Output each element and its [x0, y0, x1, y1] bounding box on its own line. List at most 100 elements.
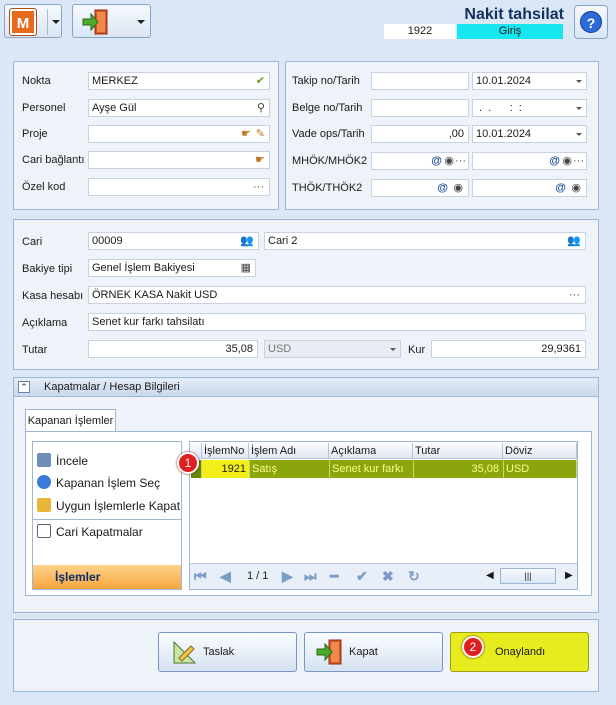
menu-item-incele[interactable]: İncele	[37, 451, 88, 471]
thok-field[interactable]: @ ◉	[371, 179, 469, 197]
nokta-value: MERKEZ	[92, 75, 138, 87]
bakiye-value: Genel İşlem Bakiyesi	[92, 262, 195, 274]
module-button[interactable]: M	[4, 4, 62, 38]
view-icon[interactable]: ◉	[571, 180, 581, 196]
at-icon[interactable]: @	[555, 180, 566, 196]
menu-item-cari-kapatmalar[interactable]: Cari Kapatmalar	[37, 522, 143, 542]
vade-label: Vade ops/Tarih	[292, 128, 365, 140]
belge-no-field[interactable]	[371, 99, 469, 117]
mode-badge: Giriş	[457, 24, 563, 39]
hand-icon[interactable]: ☛	[255, 152, 265, 168]
ellipsis-icon[interactable]: ···	[253, 179, 264, 195]
user-search-icon[interactable]: ⚲	[257, 100, 265, 116]
menu-item-uygun-islemlerle-kapat[interactable]: Uygun İşlemlerle Kapat	[37, 496, 180, 516]
confirm-icon[interactable]: ✔	[356, 568, 368, 585]
currency-select[interactable]: USD	[264, 340, 401, 358]
tutar-field[interactable]: 35,08	[88, 340, 258, 358]
thok2-field[interactable]: @ ◉	[472, 179, 587, 197]
section-header[interactable]: ⌃ Kapatmalar / Hesap Bilgileri	[13, 377, 599, 397]
refresh-icon[interactable]: ↻	[408, 568, 420, 585]
horizontal-scrollbar-thumb[interactable]: |||	[500, 568, 556, 584]
islemler-button[interactable]: İşlemler	[33, 565, 181, 589]
remove-icon[interactable]: ━	[330, 568, 338, 585]
table-row[interactable]: 1921 Satış Senet kur farkı 35,08 USD	[191, 460, 577, 478]
inspect-icon	[37, 453, 51, 467]
last-page-icon[interactable]: ⏭	[304, 568, 317, 585]
scroll-right-icon[interactable]: ▶	[565, 570, 573, 581]
ozel-kod-field[interactable]: ···	[88, 178, 270, 196]
kasa-field[interactable]: ÖRNEK KASA Nakit USD ···	[88, 286, 586, 304]
taslak-button[interactable]: Taslak	[158, 632, 297, 672]
kasa-label: Kasa hesabı	[22, 290, 84, 302]
takip-no-field[interactable]	[371, 72, 469, 90]
scroll-left-icon[interactable]: ◀	[486, 570, 494, 581]
kapat-button[interactable]: Kapat	[304, 632, 443, 672]
column-header-islemno[interactable]: İşlemNo	[202, 443, 249, 459]
cari-panel: Cari 00009 👥 Cari 2 👥 Bakiye tipi Genel İş…	[13, 219, 599, 370]
cell-aciklama: Senet kur farkı	[330, 460, 414, 478]
proje-label: Proje	[22, 128, 48, 140]
prev-page-icon[interactable]: ◀	[220, 568, 231, 585]
vade-ops-field[interactable]: ,00	[371, 125, 469, 143]
column-header-aciklama[interactable]: Açıklama	[329, 443, 413, 459]
column-header-islem-adi[interactable]: İşlem Adı	[249, 443, 329, 459]
cell-tutar: 35,08	[414, 460, 504, 478]
cari-baglanti-field[interactable]: ☛	[88, 151, 270, 169]
cari-code-field[interactable]: 00009 👥	[88, 232, 259, 250]
bakiye-label: Bakiye tipi	[22, 263, 73, 275]
chevron-down-icon[interactable]	[576, 80, 582, 83]
page-title: Nakit tahsilat	[464, 6, 564, 23]
ellipsis-icon[interactable]: ···	[455, 153, 466, 169]
check-icon[interactable]: ✔	[256, 73, 265, 89]
belge-date-field[interactable]: . . : :	[472, 99, 587, 117]
add-icon	[37, 475, 51, 489]
vade-date-value: 10.01.2024	[476, 128, 532, 140]
collapse-icon[interactable]: ⌃	[18, 381, 30, 393]
column-header-tutar[interactable]: Tutar	[413, 443, 503, 459]
users-icon[interactable]: 👥	[240, 233, 254, 249]
belge-label: Belge no/Tarih	[292, 102, 363, 114]
mhok-field[interactable]: @ ◉ ···	[371, 152, 469, 170]
aciklama-field[interactable]: Senet kur farkı tahsilatı	[88, 313, 586, 331]
proje-field[interactable]: ☛ ✎	[88, 125, 270, 143]
view-icon[interactable]: ◉	[444, 153, 454, 169]
ellipsis-icon[interactable]: ···	[573, 153, 584, 169]
at-icon[interactable]: @	[549, 153, 560, 169]
personel-field[interactable]: Ayşe Gül ⚲	[88, 99, 270, 117]
takip-label: Takip no/Tarih	[292, 75, 360, 87]
kur-label: Kur	[408, 344, 426, 356]
chevron-down-icon[interactable]	[576, 107, 582, 110]
cari-name-value: Cari 2	[268, 235, 298, 247]
cancel-icon[interactable]: ✖	[382, 568, 394, 585]
calculator-icon[interactable]: ▦	[241, 260, 251, 276]
view-icon[interactable]: ◉	[453, 180, 463, 196]
mhok2-field[interactable]: @ ◉ ···	[472, 152, 587, 170]
at-icon[interactable]: @	[431, 153, 442, 169]
next-page-icon[interactable]: ▶	[282, 568, 293, 585]
cari-name-field[interactable]: Cari 2 👥	[264, 232, 586, 250]
menu-item-label: Cari Kapatmalar	[56, 525, 143, 539]
edit-icon[interactable]: ✎	[256, 126, 265, 142]
ellipsis-icon[interactable]: ···	[569, 287, 580, 303]
exit-button[interactable]	[72, 4, 151, 38]
kur-field[interactable]: 29,9361	[431, 340, 586, 358]
chevron-down-icon[interactable]	[576, 133, 582, 136]
column-header-doviz[interactable]: Döviz	[503, 443, 577, 459]
chevron-down-icon[interactable]	[52, 20, 60, 24]
tab-kapanan-islemler[interactable]: Kapanan İşlemler	[25, 409, 116, 432]
bakiye-field[interactable]: Genel İşlem Bakiyesi ▦	[88, 259, 256, 277]
vade-date-field[interactable]: 10.01.2024	[472, 125, 587, 143]
chevron-down-icon[interactable]	[137, 20, 145, 24]
menu-item-kapanan-islem-sec[interactable]: Kapanan İşlem Seç	[37, 473, 160, 493]
chevron-down-icon[interactable]	[390, 348, 396, 351]
hand-icon[interactable]: ☛	[241, 126, 251, 142]
first-page-icon[interactable]: ⏮	[194, 568, 207, 585]
users-icon[interactable]: 👥	[567, 233, 581, 249]
nokta-field[interactable]: MERKEZ ✔	[88, 72, 270, 90]
personel-label: Personel	[22, 102, 66, 114]
view-icon[interactable]: ◉	[562, 153, 572, 169]
at-icon[interactable]: @	[437, 180, 448, 196]
onaylandi-label: Onaylandı	[495, 646, 546, 658]
takip-date-field[interactable]: 10.01.2024	[472, 72, 587, 90]
help-button[interactable]: ?	[574, 5, 608, 39]
